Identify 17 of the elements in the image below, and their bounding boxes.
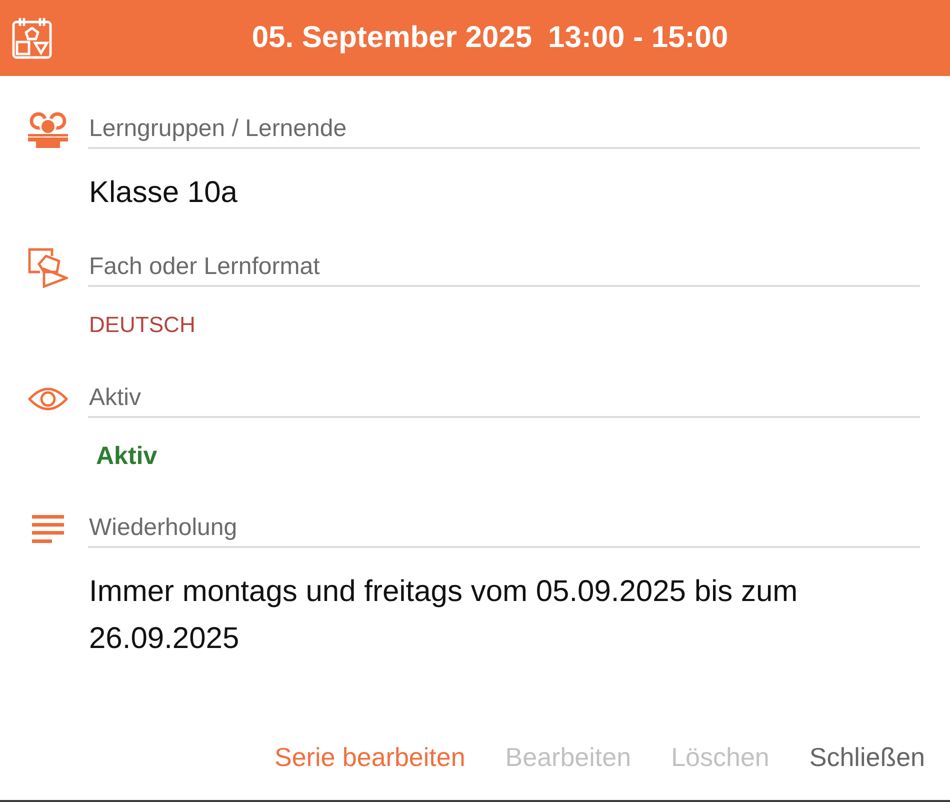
field-value: Immer montags und freitags vom 05.09.2025 bis zum 26.09.2025 [88,574,799,657]
edit-series-button[interactable]: Serie bearbeiten [254,733,486,781]
close-button[interactable]: Schließen [789,733,945,781]
field-label: Fach oder Lernformat [88,252,320,282]
header-time: 13:00 - 15:00 [548,23,728,53]
field-value: Aktiv [95,441,158,472]
eye-icon [28,386,68,412]
field-label: Wiederholung [88,513,238,543]
field-value: Klasse 10a [88,175,238,211]
calendar-icon [12,17,52,59]
field-label: Aktiv [88,383,142,413]
people-icon [28,112,68,148]
text-lines-icon [32,515,64,543]
header-date: 05. September 2025 [252,23,532,53]
shapes-icon [28,248,68,288]
field-label: Lerngruppen / Lernende [88,114,347,144]
field-value: DEUTSCH [88,311,196,339]
